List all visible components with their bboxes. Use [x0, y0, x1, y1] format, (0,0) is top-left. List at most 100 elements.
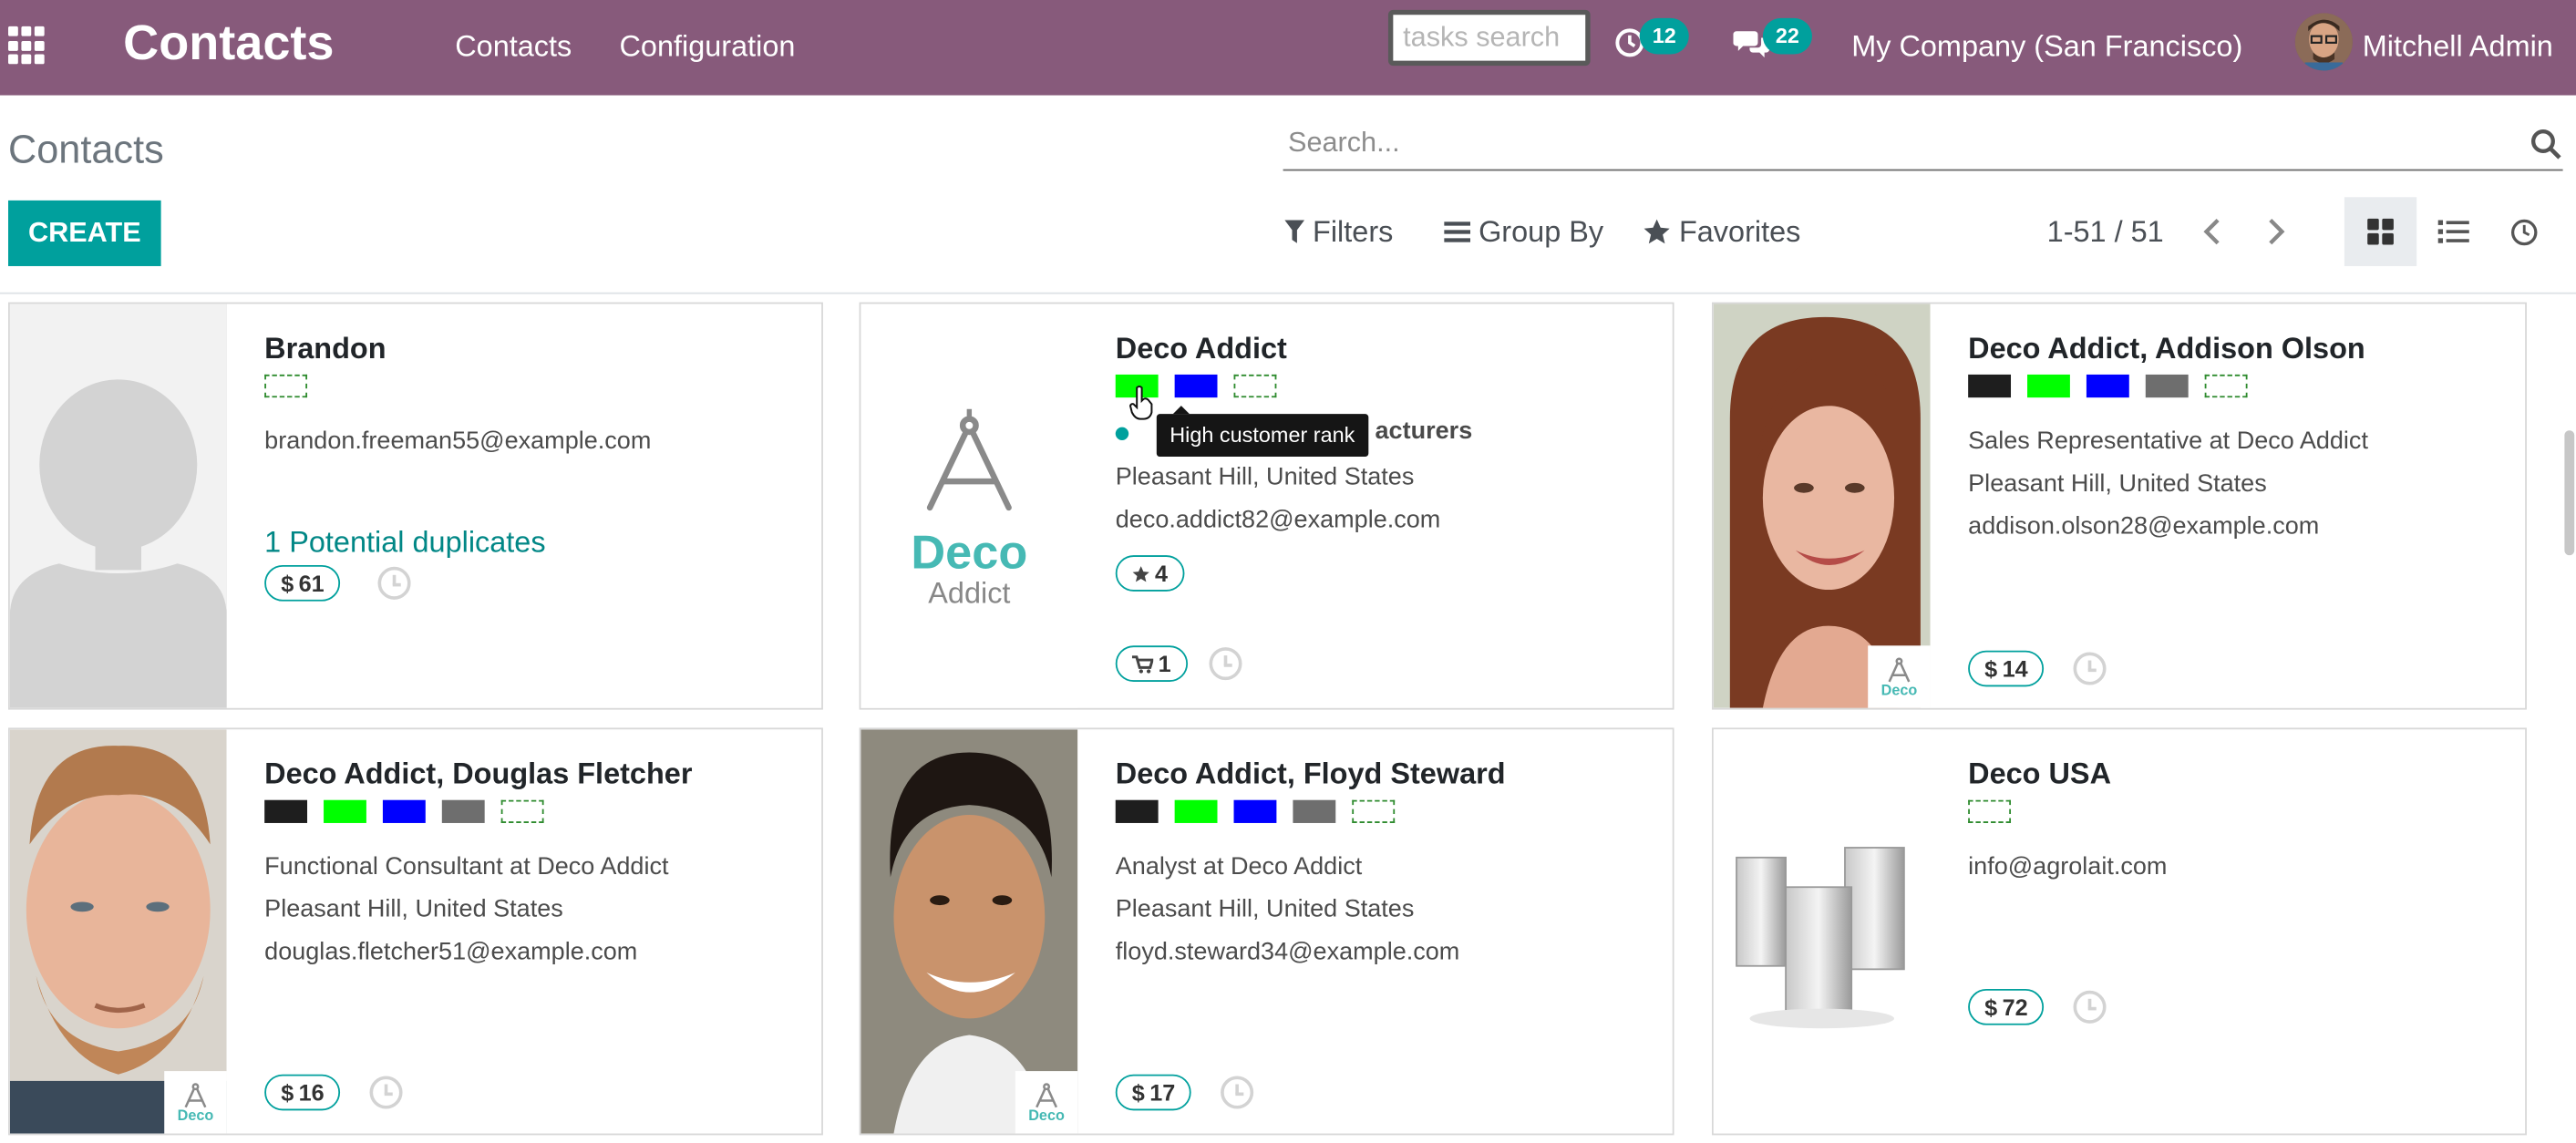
clock-icon	[2510, 218, 2537, 245]
contact-name[interactable]: Deco USA	[1968, 756, 2111, 792]
search-icon[interactable]	[2530, 129, 2563, 161]
contact-location: Pleasant Hill, United States	[1968, 469, 2267, 499]
contact-email: floyd.steward34@example.com	[1115, 938, 1460, 966]
contact-location: Pleasant Hill, United States	[1115, 463, 1415, 491]
dollar-icon: $	[281, 570, 294, 597]
activity-clock-icon[interactable]	[369, 1076, 403, 1109]
company-mini-logo: Deco	[1015, 1071, 1078, 1134]
contact-job: Functional Consultant at Deco Addict	[264, 852, 669, 881]
user-avatar[interactable]	[2294, 13, 2353, 71]
activity-view-button[interactable]	[2488, 197, 2560, 266]
contact-name[interactable]: Deco Addict, Addison Olson	[1968, 330, 2365, 366]
contact-name[interactable]: Brandon	[264, 330, 386, 366]
company-placeholder-image	[1713, 729, 1931, 1134]
filters-label: Filters	[1313, 215, 1394, 249]
pager-next-icon[interactable]	[2259, 213, 2292, 250]
groupby-button[interactable]: Group By	[1444, 213, 1603, 250]
contact-name[interactable]: Deco Addict, Floyd Steward	[1116, 756, 1506, 792]
activity-clock-icon[interactable]	[2073, 652, 2107, 685]
bars-icon	[1444, 221, 1471, 242]
sale-amount-badge[interactable]: $14	[1968, 650, 2045, 687]
apps-menu-icon[interactable]	[8, 26, 47, 66]
sale-amount-badge[interactable]: $16	[264, 1074, 341, 1111]
rank-value: 4	[1155, 560, 1169, 587]
activity-clock-icon[interactable]	[1209, 647, 1242, 681]
app-brand[interactable]: Contacts	[123, 16, 334, 72]
sale-amount-value: 16	[298, 1079, 325, 1106]
empty-tag	[1352, 799, 1396, 823]
sale-amount-badge[interactable]: $17	[1115, 1074, 1192, 1111]
rank-badge[interactable]: 4	[1115, 555, 1185, 592]
company-logo: Deco Addict	[860, 304, 1078, 708]
company-switcher[interactable]: My Company (San Francisco)	[1851, 28, 2242, 65]
empty-tag	[1233, 374, 1277, 398]
contact-card[interactable]: Deco USA info@agrolait.com $72	[1711, 727, 2527, 1136]
orders-badge[interactable]: 1	[1115, 645, 1188, 682]
user-menu[interactable]: Mitchell Admin	[2363, 28, 2553, 65]
empty-tag	[500, 799, 544, 823]
empty-tag	[1968, 799, 2012, 823]
sale-amount-value: 61	[298, 570, 325, 597]
filters-button[interactable]: Filters	[1284, 213, 1393, 250]
tag-blue[interactable]	[2086, 374, 2129, 398]
contact-card[interactable]: Deco Deco Addict, Douglas Fletcher Funct…	[8, 727, 823, 1136]
potential-duplicates-link[interactable]: 1 Potential duplicates	[264, 524, 545, 561]
contact-email: info@agrolait.com	[1968, 852, 2168, 881]
tasks-search-input[interactable]: tasks search	[1387, 9, 1591, 67]
activity-clock-icon[interactable]	[1221, 1076, 1254, 1109]
scrollbar-thumb[interactable]	[2564, 430, 2575, 556]
tag-gray[interactable]	[2145, 374, 2189, 398]
pager-previous-icon[interactable]	[2197, 213, 2230, 250]
tag-green[interactable]	[1174, 799, 1218, 823]
create-button[interactable]: CREATE	[8, 200, 161, 266]
tag-tooltip: High customer rank	[1156, 406, 1368, 458]
contact-avatar	[9, 304, 227, 708]
contact-category: acturers	[1375, 417, 1473, 446]
menu-configuration[interactable]: Configuration	[619, 28, 795, 65]
logo-text: Deco	[911, 527, 1028, 581]
contact-email: douglas.fletcher51@example.com	[264, 938, 638, 966]
search-input[interactable]	[1283, 118, 2499, 168]
list-view-button[interactable]	[2416, 197, 2488, 266]
pager-value[interactable]: 1-51 / 51	[2047, 213, 2164, 250]
sale-amount-badge[interactable]: $72	[1968, 988, 2045, 1025]
tag-gray[interactable]	[441, 799, 485, 823]
contact-name[interactable]: Deco Addict, Douglas Fletcher	[264, 756, 692, 792]
activity-clock-icon[interactable]	[2073, 990, 2107, 1024]
dollar-icon: $	[1984, 655, 1998, 682]
contact-name[interactable]: Deco Addict	[1116, 330, 1287, 366]
contact-card[interactable]: Deco Deco Addict, Addison Olson Sales Re…	[1711, 302, 2527, 710]
tag-black[interactable]	[264, 799, 308, 823]
kanban-view-button[interactable]	[2344, 197, 2417, 266]
favorites-label: Favorites	[1678, 215, 1801, 249]
company-mini-logo: Deco	[164, 1071, 227, 1134]
tag-blue[interactable]	[1233, 799, 1277, 823]
activity-clock-icon[interactable]	[377, 566, 411, 600]
empty-tag	[2204, 374, 2248, 398]
buildings-icon	[1736, 847, 1905, 1029]
tag-blue[interactable]	[382, 799, 426, 823]
kanban-grid-icon	[2367, 218, 2394, 245]
logo-subtext: Addict	[928, 576, 1011, 610]
contact-card[interactable]: Deco Deco Addict, Floyd Steward Analyst …	[859, 727, 1674, 1136]
dollar-icon: $	[1984, 994, 1998, 1021]
tag-black[interactable]	[1968, 374, 2012, 398]
contact-card[interactable]: Brandon brandon.freeman55@example.com 1 …	[8, 302, 823, 710]
sale-amount-badge[interactable]: $61	[264, 564, 341, 602]
contact-photo: Deco	[9, 729, 227, 1134]
orders-value: 1	[1158, 650, 1171, 677]
favorites-button[interactable]: Favorites	[1643, 213, 1800, 250]
tag-blue[interactable]	[1174, 374, 1218, 398]
tag-black[interactable]	[1115, 799, 1159, 823]
control-panel-divider	[0, 292, 2576, 294]
tag-green[interactable]	[2027, 374, 2070, 398]
tag-gray[interactable]	[1293, 799, 1336, 823]
contact-location: Pleasant Hill, United States	[1115, 895, 1415, 923]
sale-amount-value: 72	[2002, 994, 2028, 1021]
tag-green[interactable]	[324, 799, 366, 823]
contact-card[interactable]: Deco Addict Deco Addict acturers Pleasan…	[859, 302, 1674, 710]
contact-photo: Deco	[860, 729, 1078, 1134]
page-title: Contacts	[8, 128, 164, 173]
contact-location: Pleasant Hill, United States	[264, 895, 563, 923]
menu-contacts[interactable]: Contacts	[455, 28, 572, 65]
